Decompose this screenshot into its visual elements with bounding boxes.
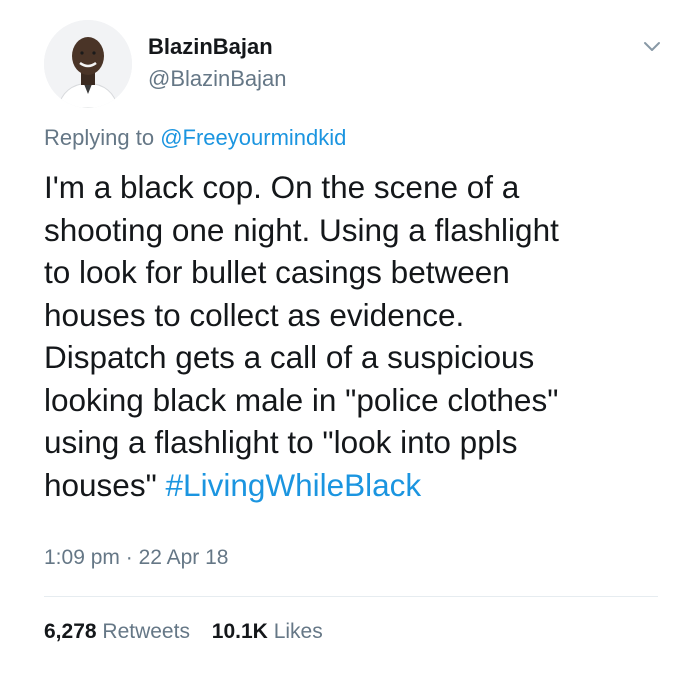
tweet-line: I'm a black cop. On the scene of a [44,169,520,205]
retweets-stat[interactable]: 6,278 Retweets [44,618,190,646]
tweet-time: 1:09 pm [44,546,120,569]
divider [44,596,658,597]
tweet-line: houses to collect as evidence. [44,296,465,333]
likes-count: 10.1K [211,620,268,643]
retweets-label: Retweets [102,620,190,643]
reply-mention-link[interactable]: @Freeyourmindkid [160,125,346,150]
user-names: BlazinBajan @BlazinBajan [148,34,287,92]
chevron-down-icon[interactable] [640,34,664,58]
user-handle[interactable]: @BlazinBajan [148,66,287,92]
tweet-line: looking black male in "police clothes" [44,381,559,418]
tweet-timestamp[interactable]: 1:09 pm · 22 Apr 18 [44,544,228,572]
reply-prefix: Replying to [44,125,155,150]
person-avatar-icon [44,20,132,108]
tweet-header: BlazinBajan @BlazinBajan [44,20,664,110]
tweet-line: Dispatch gets a call of a suspicious [44,339,535,375]
likes-label: Likes [273,620,323,643]
tweet-text: I'm a black cop. On the scene of a shoot… [44,166,664,506]
tweet-line: houses" [44,466,157,503]
hashtag-link[interactable]: #LivingWhileBlack [166,467,422,503]
likes-stat[interactable]: 10.1K Likes [212,618,323,646]
display-name[interactable]: BlazinBajan [148,34,287,60]
replying-to: Replying to @Freeyourmindkid [44,124,346,152]
tweet-line: shooting one night. Using a flashlight [44,211,559,248]
retweets-count: 6,278 [44,620,97,643]
tweet-stats: 6,278 Retweets 10.1K Likes [44,618,339,646]
tweet-line: to look for bullet casings between [44,254,510,290]
tweet-card: BlazinBajan @BlazinBajan Replying to @Fr… [0,0,700,700]
avatar[interactable] [44,20,132,108]
tweet-line: using a flashlight to "look into ppls [44,424,518,460]
timestamp-separator: · [125,546,133,569]
tweet-date: 22 Apr 18 [138,546,229,569]
